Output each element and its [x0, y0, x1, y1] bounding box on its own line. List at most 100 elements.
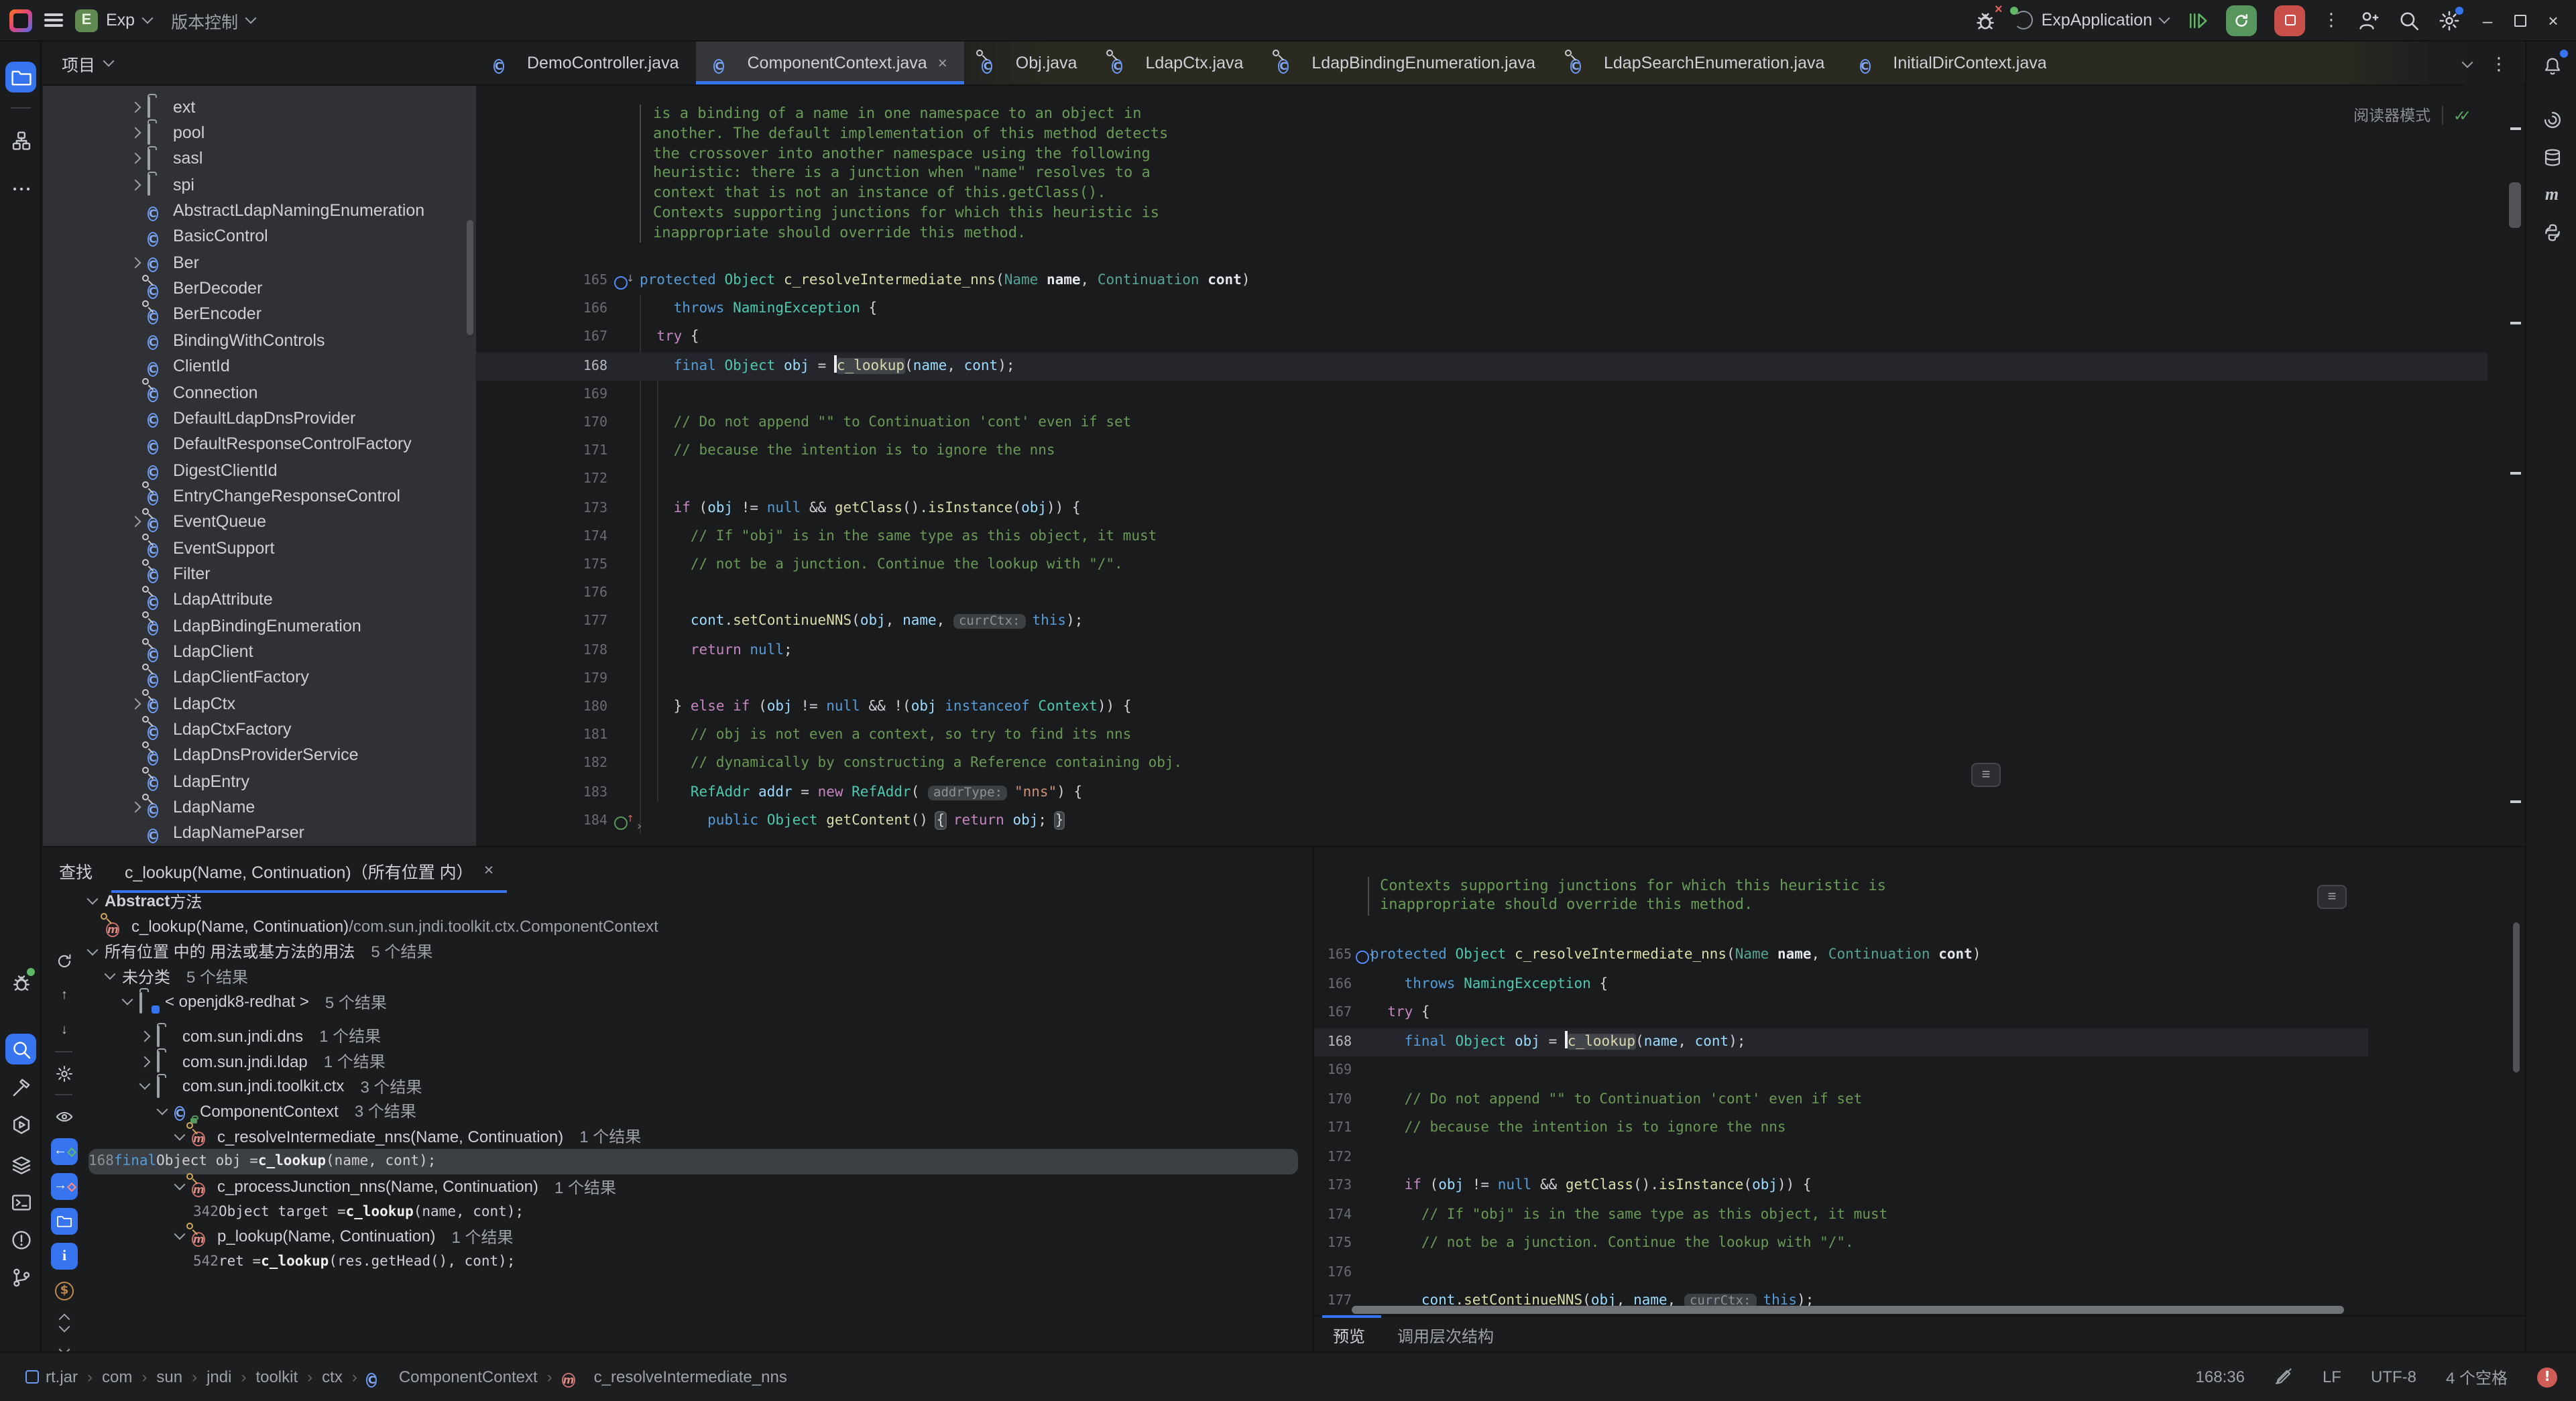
window-close-button[interactable]: ×: [2544, 10, 2563, 30]
settings-gear-icon[interactable]: [52, 1062, 76, 1086]
tree-item-ext[interactable]: ext: [43, 94, 476, 120]
code-line-180[interactable]: 180 } else if (obj != null && !(obj inst…: [476, 693, 2487, 721]
breadcrumb-sun[interactable]: sun: [156, 1367, 182, 1386]
code-line-165[interactable]: 165protected Object c_resolveIntermediat…: [476, 267, 2487, 295]
code-line-170[interactable]: 170 // Do not append "" to Continuation …: [1314, 1085, 2368, 1113]
find-result-row[interactable]: mc_processJunction_nns(Name, Continuatio…: [176, 1174, 616, 1199]
code-line-167[interactable]: 167 try {: [1314, 999, 2368, 1027]
find-result-row[interactable]: mc_resolveIntermediate_nns(Name, Continu…: [176, 1124, 641, 1149]
tree-item-BerDecoder[interactable]: CBerDecoder: [43, 276, 476, 302]
arrow-up-icon[interactable]: ↑: [52, 984, 76, 1008]
preview-editor[interactable]: Contexts supporting junctions for which …: [1313, 847, 2525, 1353]
tool-build-hammer-icon[interactable]: [5, 1071, 36, 1102]
find-result-row[interactable]: Abstract 方法: [89, 889, 202, 914]
tree-item-BindingWithControls[interactable]: CBindingWithControls: [43, 327, 476, 353]
project-panel-header[interactable]: 项目: [43, 42, 476, 86]
database-icon[interactable]: [2538, 143, 2565, 170]
line-separator[interactable]: LF: [2323, 1367, 2341, 1386]
ai-assistant-icon[interactable]: [2538, 106, 2565, 133]
code-line-166[interactable]: 166 throws NamingException {: [1314, 970, 2368, 998]
code-line-172[interactable]: 172: [476, 466, 2487, 494]
code-line-167[interactable]: 167 try {: [476, 324, 2487, 352]
code-line-174[interactable]: 174 // If "obj" is in the same type as t…: [1314, 1201, 2368, 1229]
find-results-tab[interactable]: c_lookup(Name, Continuation)（所有位置 内） ×: [111, 847, 507, 893]
tab-preview[interactable]: 预览: [1333, 1325, 1365, 1347]
code-line-172[interactable]: 172: [1314, 1143, 2368, 1171]
breadcrumb-rt.jar[interactable]: rt.jar: [25, 1367, 78, 1386]
vcs-widget[interactable]: 版本控制: [171, 7, 254, 33]
refresh-icon[interactable]: [52, 949, 76, 973]
code-line-173[interactable]: 173 if (obj != null && getClass().isInst…: [1314, 1172, 2368, 1200]
tree-item-LdapEntry[interactable]: CLdapEntry: [43, 768, 476, 794]
tool-terminal-icon[interactable]: [5, 1186, 36, 1217]
code-line-181[interactable]: 181 // obj is not even a context, so try…: [476, 721, 2487, 749]
caret-position[interactable]: 168:36: [2196, 1367, 2245, 1386]
code-line-184[interactable]: 184› public Object getContent() { return…: [476, 807, 2487, 835]
tab-ComponentContext.java[interactable]: CComponentContext.java×: [697, 42, 965, 84]
tree-item-LdapDnsProviderService[interactable]: CLdapDnsProviderService: [43, 743, 476, 769]
notifications-bell-icon[interactable]: [2538, 52, 2565, 79]
rerun-button[interactable]: [2226, 5, 2257, 36]
code-line-173[interactable]: 173 if (obj != null && getClass().isInst…: [476, 494, 2487, 522]
code-line-168[interactable]: 168 final Object obj = c_lookup(name, co…: [476, 352, 2487, 380]
error-badge[interactable]: !: [2537, 1367, 2557, 1387]
find-result-row[interactable]: com.sun.jndi.toolkit.ctx3 个结果: [141, 1074, 422, 1099]
code-line-183[interactable]: 183 RefAddr addr = new RefAddr( addrType…: [476, 778, 2487, 806]
tool-problems-icon[interactable]: [5, 1224, 36, 1255]
breadcrumb-c_resolveIntermediate_nns[interactable]: mc_resolveIntermediate_nns: [562, 1367, 787, 1386]
tree-item-LdapBindingEnumeration[interactable]: CLdapBindingEnumeration: [43, 613, 476, 639]
coin-icon[interactable]: $: [52, 1279, 76, 1303]
code-line-169[interactable]: 169: [1314, 1056, 2368, 1085]
tool-structure-icon[interactable]: [5, 125, 36, 156]
tool-project-folder-icon[interactable]: [5, 62, 36, 93]
python-plugin-icon[interactable]: [2538, 219, 2565, 245]
code-line-182[interactable]: 182 // dynamically by constructing a Ref…: [476, 750, 2487, 778]
jump-to-source-button[interactable]: ←: [51, 1138, 78, 1165]
tree-item-LdapAttribute[interactable]: CLdapAttribute: [43, 587, 476, 613]
find-result-row[interactable]: com.sun.jndi.ldap1 个结果: [141, 1048, 386, 1073]
find-result-row[interactable]: 所有位置 中的 用法或基方法的用法5 个结果: [89, 939, 432, 964]
tree-item-Ber[interactable]: CBer: [43, 249, 476, 276]
tree-item-LdapClientFactory[interactable]: CLdapClientFactory: [43, 664, 476, 690]
editor-floating-menu[interactable]: ≡: [1971, 763, 2001, 787]
add-user-icon[interactable]: [2357, 9, 2380, 32]
tab-LdapBindingEnumeration.java[interactable]: CLdapBindingEnumeration.java: [1261, 42, 1553, 84]
code-line-175[interactable]: 175 // not be a junction. Continue the l…: [1314, 1229, 2368, 1258]
find-result-row[interactable]: 342 Object target = c_lookup(name, cont)…: [193, 1199, 524, 1224]
code-line-165[interactable]: 165protected Object c_resolveIntermediat…: [1314, 941, 2368, 969]
tree-item-EntryChangeResponseControl[interactable]: CEntryChangeResponseControl: [43, 483, 476, 509]
code-line-176[interactable]: 176: [476, 579, 2487, 607]
find-result-row[interactable]: mc_lookup(Name, Continuation) /com.sun.j…: [106, 914, 658, 938]
code-line-169[interactable]: 169: [476, 381, 2487, 409]
reader-mode-badge[interactable]: 阅读器模式 ✓✓: [2353, 105, 2471, 126]
close-icon[interactable]: ×: [484, 861, 494, 879]
maven-icon[interactable]: m: [2538, 181, 2565, 208]
find-result-row[interactable]: 未分类5 个结果: [106, 964, 248, 989]
find-result-row[interactable]: 542 ret = c_lookup(res.getHead(), cont);: [193, 1250, 515, 1274]
tab-DemoController.java[interactable]: CDemoController.java: [476, 42, 697, 84]
tab-list-chevron-icon[interactable]: [2462, 57, 2473, 68]
find-result-row[interactable]: CComponentContext3 个结果: [158, 1099, 416, 1123]
tree-item-LdapClient[interactable]: CLdapClient: [43, 639, 476, 665]
preview-horizontal-scrollbar[interactable]: [1352, 1306, 2344, 1314]
breadcrumb-com[interactable]: com: [102, 1367, 132, 1386]
tree-item-LdapCtx[interactable]: CLdapCtx: [43, 690, 476, 717]
tab-LdapSearchEnumeration.java[interactable]: CLdapSearchEnumeration.java: [1553, 42, 1842, 84]
tab-InitialDirContext.java[interactable]: CInitialDirContext.java: [1842, 42, 2046, 84]
tree-item-EventSupport[interactable]: CEventSupport: [43, 535, 476, 561]
code-line-176[interactable]: 176: [1314, 1258, 2368, 1286]
code-line-171[interactable]: 171 // because the intention is to ignor…: [476, 437, 2487, 465]
tree-item-LdapCtxFactory[interactable]: CLdapCtxFactory: [43, 717, 476, 743]
breadcrumb-jndi[interactable]: jndi: [207, 1367, 231, 1386]
code-line-178[interactable]: 178 return null;: [476, 636, 2487, 664]
tree-item-spi[interactable]: spi: [43, 172, 476, 198]
tool-search-icon[interactable]: [5, 1034, 36, 1064]
code-line-171[interactable]: 171 // because the intention is to ignor…: [1314, 1114, 2368, 1142]
tree-item-Connection[interactable]: CConnection: [43, 379, 476, 406]
main-editor[interactable]: is a binding of a name in one namespace …: [476, 86, 2525, 846]
open-in-new-tab-button[interactable]: [51, 1208, 78, 1235]
tree-item-LdapName[interactable]: CLdapName: [43, 794, 476, 820]
search-everywhere-icon[interactable]: [2398, 9, 2420, 32]
indent-setting[interactable]: 4 个空格: [2446, 1365, 2508, 1388]
tool-services-icon[interactable]: [5, 1109, 36, 1140]
